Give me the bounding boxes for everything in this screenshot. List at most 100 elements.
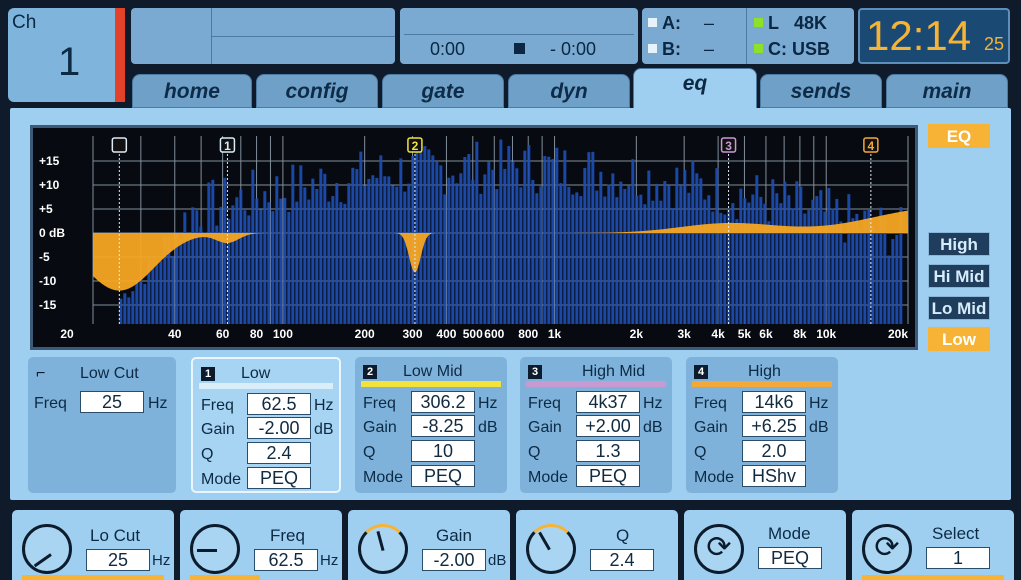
tab-main[interactable]: main xyxy=(886,74,1008,108)
band-1-q-value[interactable]: 2.4 xyxy=(247,442,311,464)
tab-dyn[interactable]: dyn xyxy=(508,74,630,108)
band-low-button[interactable]: Low xyxy=(928,327,990,351)
encoder-q[interactable]: Q 2.4 xyxy=(516,510,678,580)
band-himid-button[interactable]: Hi Mid xyxy=(928,264,990,288)
band-2-mode-value[interactable]: PEQ xyxy=(411,465,475,487)
encoder-gain-value: -2.00 xyxy=(422,549,486,571)
band-4-name: High xyxy=(748,363,781,380)
band-2-section[interactable]: 2 Low Mid Freq 306.2 Hz Gain -8.25 dB Q 1… xyxy=(355,357,507,493)
band-1-mode-value[interactable]: PEQ xyxy=(247,467,311,489)
stop-icon[interactable] xyxy=(514,43,525,54)
card-label: C: USB xyxy=(768,39,830,59)
band-4-mode-value[interactable]: HShv xyxy=(742,465,806,487)
spectrum-bar xyxy=(611,173,615,324)
spectrum-bar xyxy=(587,152,591,324)
encoder-freq-unit: Hz xyxy=(320,552,339,569)
band-2-color-bar xyxy=(361,381,501,387)
band-high-button[interactable]: High xyxy=(928,232,990,256)
spectrum-bar xyxy=(231,205,235,324)
band-3-number: 3 xyxy=(528,365,542,379)
cycle-icon[interactable]: ⟳ xyxy=(862,524,912,574)
spectrum-bar xyxy=(223,177,227,324)
spectrum-bar xyxy=(383,176,387,324)
spectrum-bar xyxy=(599,171,603,324)
band-4-q-label: Q xyxy=(694,444,707,461)
knob-icon[interactable] xyxy=(526,524,576,574)
band-4-number: 4 xyxy=(694,365,708,379)
spectrum-bar xyxy=(395,186,399,324)
band-3-q-value[interactable]: 1.3 xyxy=(576,440,640,462)
band-2-gain-value[interactable]: -8.25 xyxy=(411,415,475,437)
encoder-freq[interactable]: Freq 62.5 Hz xyxy=(180,510,342,580)
band-3-freq-value[interactable]: 4k37 xyxy=(576,391,640,413)
spectrum-bar xyxy=(275,176,279,324)
encoder-lowcut[interactable]: Lo Cut 25 Hz xyxy=(12,510,174,580)
spectrum-bar xyxy=(647,170,651,324)
band-marker-label: 4 xyxy=(868,139,875,153)
encoder-freq-value: 62.5 xyxy=(254,549,318,571)
band-1-gain-value[interactable]: -2.00 xyxy=(247,417,311,439)
spectrum-bar xyxy=(683,169,687,324)
band-2-freq-value[interactable]: 306.2 xyxy=(411,391,475,413)
x-tick-label: 1k xyxy=(548,327,562,341)
spectrum-bar xyxy=(123,293,127,324)
encoder-select[interactable]: ⟳ Select 1 xyxy=(852,510,1014,580)
channel-name-panel[interactable] xyxy=(131,8,395,64)
tab-eq[interactable]: eq xyxy=(633,68,757,110)
spectrum-bar xyxy=(435,160,439,324)
tab-sends[interactable]: sends xyxy=(760,74,882,108)
encoder-gain[interactable]: Gain -2.00 dB xyxy=(348,510,510,580)
lowcut-freq-value[interactable]: 25 xyxy=(80,391,144,413)
knob-icon[interactable] xyxy=(22,524,72,574)
sample-rate: 48K xyxy=(794,13,828,33)
eq-toggle-button[interactable]: EQ xyxy=(928,124,990,148)
spectrum-bar xyxy=(571,194,575,324)
band-4-freq-value[interactable]: 14k6 xyxy=(742,391,806,413)
encoder-gain-title: Gain xyxy=(436,526,472,545)
spectrum-bar xyxy=(739,188,743,324)
encoder-mode[interactable]: ⟳ Mode PEQ xyxy=(684,510,846,580)
band-4-q-value[interactable]: 2.0 xyxy=(742,440,806,462)
spectrum-bar xyxy=(475,141,479,324)
spectrum-bar xyxy=(375,177,379,324)
band-4-header: 4 High xyxy=(694,363,832,383)
band-3-gain-value[interactable]: +2.00 xyxy=(576,415,640,437)
spectrum-bar xyxy=(359,151,363,324)
knob-icon[interactable] xyxy=(358,524,408,574)
spectrum-bar xyxy=(267,202,271,324)
spectrum-bar xyxy=(659,200,663,324)
lowcut-marker-box[interactable] xyxy=(111,137,128,153)
cycle-icon[interactable]: ⟳ xyxy=(694,524,744,574)
lowcut-section[interactable]: ⌐ Low Cut Freq 25 Hz xyxy=(28,357,176,493)
band-4-section[interactable]: 4 High Freq 14k6 Hz Gain +6.25 dB Q 2.0 M… xyxy=(686,357,838,493)
band-1-section[interactable]: 1 Low Freq 62.5 Hz Gain -2.00 dB Q 2.4 Mo… xyxy=(191,357,341,493)
tab-config[interactable]: config xyxy=(256,74,378,108)
band-4-gain-value[interactable]: +6.25 xyxy=(742,415,806,437)
spectrum-bar xyxy=(895,234,899,324)
band-3-mode-value[interactable]: PEQ xyxy=(576,465,640,487)
spectrum-bar xyxy=(847,194,851,324)
channel-label: Ch xyxy=(12,12,37,33)
band-2-q-value[interactable]: 10 xyxy=(411,440,475,462)
x-tick-label: 200 xyxy=(355,327,375,341)
tab-gate[interactable]: gate xyxy=(382,74,504,108)
spectrum-bar xyxy=(427,149,431,324)
eq-graph[interactable]: 1 2 3 4 +15 +10 +5 0 dB -5 -10 -15 20 40 60 80 100 200… xyxy=(30,125,918,350)
band-2-freq-label: Freq xyxy=(363,395,396,412)
knob-icon[interactable] xyxy=(190,524,240,574)
band-3-mode-label: Mode xyxy=(528,469,569,486)
tab-home[interactable]: home xyxy=(132,74,252,108)
spectrum-bar xyxy=(507,146,511,324)
player-panel[interactable]: 0:00 - 0:00 xyxy=(400,8,638,64)
spectrum-bar xyxy=(367,178,371,324)
lowcut-freq-unit: Hz xyxy=(148,395,168,412)
x-tick-label: 400 xyxy=(436,327,456,341)
band-1-mode-label: Mode xyxy=(201,471,242,488)
band-1-freq-value[interactable]: 62.5 xyxy=(247,393,311,415)
band-lomid-button[interactable]: Lo Mid xyxy=(928,296,990,320)
band-3-section[interactable]: 3 High Mid Freq 4k37 Hz Gain +2.00 dB Q 1… xyxy=(520,357,672,493)
spectrum-bar xyxy=(371,175,375,324)
channel-number: 1 xyxy=(58,40,81,84)
spectrum-bar xyxy=(251,169,255,324)
spectrum-bar xyxy=(675,167,679,324)
